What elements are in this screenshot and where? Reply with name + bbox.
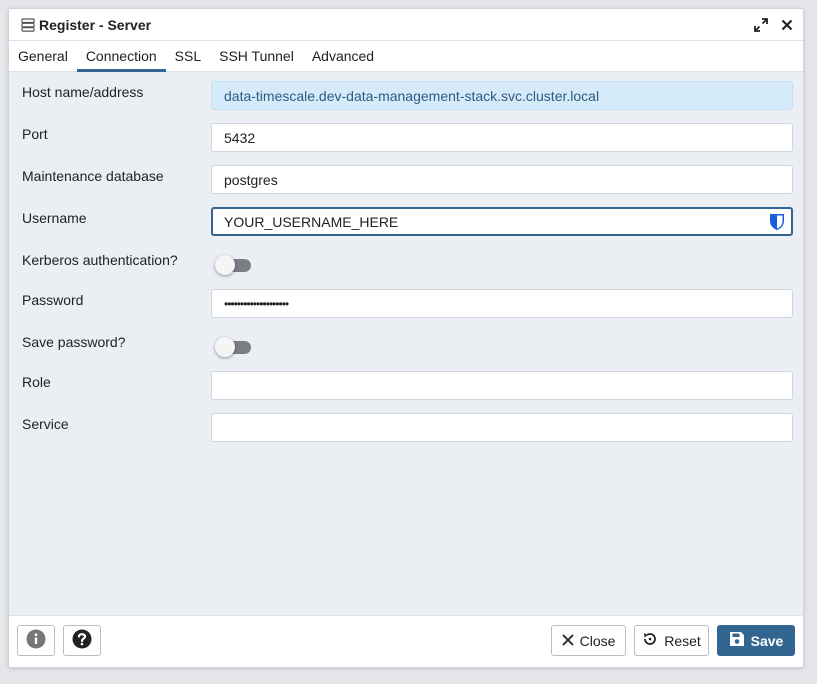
save-password-label: Save password? [22, 334, 126, 350]
row-role: Role [9, 371, 803, 403]
row-maintenance-db: Maintenance database postgres [9, 165, 803, 197]
register-server-dialog: Register - Server General Connection SSL… [8, 8, 804, 668]
info-icon [26, 629, 46, 652]
close-button[interactable]: Close [551, 625, 626, 656]
host-field[interactable]: data-timescale.dev-data-management-stack… [211, 81, 793, 110]
row-save-password: Save password? [9, 331, 803, 363]
save-button[interactable]: Save [717, 625, 795, 656]
kerberos-toggle[interactable] [215, 254, 253, 276]
reset-button[interactable]: Reset [634, 625, 709, 656]
reset-icon [642, 631, 658, 650]
role-field[interactable] [211, 371, 793, 400]
service-field[interactable] [211, 413, 793, 442]
tab-ssh-tunnel[interactable]: SSH Tunnel [210, 41, 303, 71]
tab-ssl[interactable]: SSL [166, 41, 210, 71]
close-button-label: Close [579, 632, 616, 649]
username-field[interactable]: YOUR_USERNAME_HERE [211, 207, 793, 236]
dialog-titlebar[interactable]: Register - Server [9, 9, 803, 41]
save-icon [729, 631, 745, 650]
tab-advanced[interactable]: Advanced [303, 41, 383, 71]
close-x-icon [561, 633, 574, 649]
help-icon [72, 629, 92, 652]
close-icon[interactable] [779, 17, 795, 33]
maintenance-db-label: Maintenance database [22, 168, 164, 184]
password-manager-shield-icon[interactable] [769, 213, 785, 234]
row-password: Password •••••••••••••••••••• [9, 289, 803, 321]
reset-button-label: Reset [664, 632, 701, 649]
row-service: Service [9, 413, 803, 445]
row-username: Username YOUR_USERNAME_HERE [9, 207, 803, 239]
service-label: Service [22, 416, 69, 432]
username-label: Username [22, 210, 87, 226]
username-value: YOUR_USERNAME_HERE [224, 213, 399, 230]
dialog-tabs: General Connection SSL SSH Tunnel Advanc… [9, 41, 803, 72]
tab-general[interactable]: General [9, 41, 77, 71]
server-icon [21, 17, 35, 32]
maintenance-db-field[interactable]: postgres [211, 165, 793, 194]
dialog-footer: Close Reset Save [9, 615, 803, 667]
tab-connection[interactable]: Connection [76, 41, 166, 72]
port-label: Port [22, 126, 48, 142]
role-label: Role [22, 374, 51, 390]
dialog-title: Register - Server [39, 16, 152, 33]
save-button-label: Save [750, 632, 784, 649]
password-field[interactable]: •••••••••••••••••••• [211, 289, 793, 318]
save-password-toggle[interactable] [215, 336, 253, 358]
help-button[interactable] [63, 625, 101, 656]
info-button[interactable] [17, 625, 55, 656]
port-field[interactable]: 5432 [211, 123, 793, 152]
expand-icon[interactable] [753, 17, 769, 33]
password-label: Password [22, 292, 84, 308]
row-kerberos: Kerberos authentication? [9, 249, 803, 281]
row-port: Port 5432 [9, 123, 803, 155]
row-host: Host name/address data-timescale.dev-dat… [9, 81, 803, 113]
kerberos-label: Kerberos authentication? [22, 252, 178, 268]
host-label: Host name/address [22, 84, 144, 100]
